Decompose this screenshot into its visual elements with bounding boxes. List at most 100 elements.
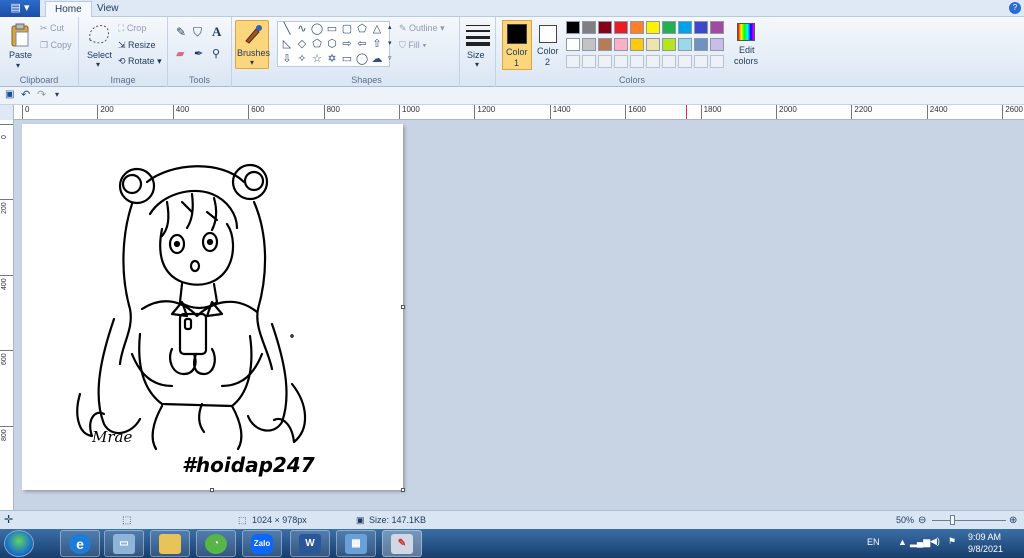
palette-color-swatch[interactable] [646, 38, 660, 51]
volume-icon[interactable]: ◀) [930, 536, 940, 547]
color-picker-icon[interactable]: ✒ [194, 47, 203, 60]
rounded-callout-shape-icon[interactable]: ▭ [340, 53, 354, 65]
custom-color-slot[interactable] [614, 55, 628, 68]
palette-color-swatch[interactable] [582, 38, 596, 51]
triangle-shape-icon[interactable]: △ [370, 23, 384, 35]
customize-qat-icon[interactable]: ▾ [55, 90, 59, 99]
rounded-rectangle-shape-icon[interactable]: ▢ [340, 23, 354, 35]
palette-color-swatch[interactable] [710, 38, 724, 51]
palette-color-swatch[interactable] [566, 21, 580, 34]
six-point-star-shape-icon[interactable]: ✡ [325, 53, 339, 65]
taskbar-computer[interactable]: ▭ [104, 530, 144, 557]
curve-shape-icon[interactable]: ∿ [295, 23, 309, 35]
crop-button[interactable]: ⛶ Crop [118, 23, 146, 34]
brushes-button[interactable]: Brushes ▾ [235, 20, 270, 69]
network-icon[interactable]: ▂▄▆ [910, 537, 930, 548]
line-shape-icon[interactable]: ╲ [280, 23, 294, 35]
palette-color-swatch[interactable] [598, 21, 612, 34]
taskbar-photo-viewer[interactable]: ▦ [336, 530, 376, 557]
resize-handle-right[interactable] [401, 305, 405, 309]
custom-color-slot[interactable] [662, 55, 676, 68]
redo-icon[interactable]: ↷ [37, 88, 46, 101]
resize-handle-bottom[interactable] [210, 488, 214, 492]
save-icon[interactable]: ▣ [5, 89, 14, 100]
start-button[interactable] [4, 530, 34, 557]
zoom-in-icon[interactable]: ⊕ [1009, 515, 1017, 526]
cloud-callout-shape-icon[interactable]: ☁ [370, 53, 384, 65]
palette-color-swatch[interactable] [678, 21, 692, 34]
palette-color-swatch[interactable] [630, 38, 644, 51]
select-icon[interactable] [86, 21, 112, 47]
tab-home[interactable]: Home [45, 1, 92, 17]
shapes-more-icon[interactable]: ▿ [388, 54, 392, 62]
edit-colors-button[interactable]: Edit colors [732, 20, 762, 70]
palette-color-swatch[interactable] [646, 21, 660, 34]
paste-dropdown-icon[interactable]: ▾ [16, 61, 20, 70]
custom-color-slot[interactable] [598, 55, 612, 68]
fill-button[interactable]: ⛉ Fill ▾ [399, 40, 427, 51]
outline-button[interactable]: ✎ Outline ▾ [399, 23, 445, 34]
text-tool-icon[interactable]: A [212, 24, 221, 40]
palette-color-swatch[interactable] [662, 38, 676, 51]
oval-shape-icon[interactable]: ◯ [310, 23, 324, 35]
drawing-canvas[interactable]: Mrae #hoidap247 [22, 124, 405, 492]
clock-time[interactable]: 9:09 AM [968, 532, 1001, 542]
palette-color-swatch[interactable] [614, 38, 628, 51]
palette-color-swatch[interactable] [630, 21, 644, 34]
oval-callout-shape-icon[interactable]: ◯ [355, 53, 369, 65]
resize-handle-corner[interactable] [401, 488, 405, 492]
shapes-scroll-up-icon[interactable]: ▴ [388, 23, 392, 31]
eraser-icon[interactable]: ▰ [176, 47, 184, 60]
right-arrow-shape-icon[interactable]: ⇨ [340, 38, 354, 50]
palette-color-swatch[interactable] [710, 21, 724, 34]
taskbar-internet-explorer[interactable]: e [60, 530, 100, 557]
cut-button[interactable]: ✂ Cut [40, 23, 64, 34]
pentagon-shape-icon[interactable]: ⬠ [310, 38, 324, 50]
file-menu-button[interactable]: ▤ ▾ [0, 0, 40, 17]
copy-button[interactable]: ❐ Copy [40, 40, 72, 51]
five-point-star-shape-icon[interactable]: ☆ [310, 53, 324, 65]
hexagon-shape-icon[interactable]: ⬡ [325, 38, 339, 50]
shapes-scroll-down-icon[interactable]: ▾ [388, 39, 392, 47]
palette-color-swatch[interactable] [582, 21, 596, 34]
palette-color-swatch[interactable] [614, 21, 628, 34]
palette-color-swatch[interactable] [694, 21, 708, 34]
tab-view[interactable]: View [88, 1, 128, 17]
action-center-icon[interactable]: ⚑ [948, 536, 956, 547]
up-arrow-shape-icon[interactable]: ⇧ [370, 38, 384, 50]
custom-color-slot[interactable] [678, 55, 692, 68]
rotate-button[interactable]: ⟲ Rotate ▾ [118, 56, 162, 67]
zoom-out-icon[interactable]: ⊖ [918, 515, 926, 526]
select-dropdown-icon[interactable]: ▾ [96, 60, 100, 69]
left-arrow-shape-icon[interactable]: ⇦ [355, 38, 369, 50]
palette-color-swatch[interactable] [678, 38, 692, 51]
color2-button[interactable]: Color 2 [534, 20, 564, 70]
taskbar-zalo[interactable]: Zalo [242, 530, 282, 557]
taskbar-word[interactable]: W [290, 530, 330, 557]
diamond-shape-icon[interactable]: ◇ [295, 38, 309, 50]
fill-bucket-icon[interactable]: ⛉ [193, 25, 202, 40]
custom-color-slot[interactable] [646, 55, 660, 68]
language-indicator[interactable]: EN [867, 537, 880, 547]
palette-color-swatch[interactable] [598, 38, 612, 51]
custom-color-slot[interactable] [582, 55, 596, 68]
resize-button[interactable]: ⇲ Resize [118, 40, 156, 51]
pencil-icon[interactable]: ✎ [176, 25, 186, 39]
show-hidden-icons-icon[interactable]: ▲ [898, 537, 907, 547]
clock-date[interactable]: 9/8/2021 [968, 544, 1003, 554]
help-icon[interactable]: ? [1009, 2, 1021, 14]
taskbar-paint[interactable]: ✎ [382, 530, 422, 557]
down-arrow-shape-icon[interactable]: ⇩ [280, 53, 294, 65]
zoom-slider-thumb[interactable] [950, 515, 955, 525]
size-button[interactable]: Size [465, 21, 491, 61]
right-triangle-shape-icon[interactable]: ◺ [280, 38, 294, 50]
palette-color-swatch[interactable] [566, 38, 580, 51]
paste-icon[interactable] [8, 21, 32, 49]
taskbar-coccoc[interactable]: ◔ [196, 530, 236, 557]
select-button[interactable]: Select [87, 50, 112, 60]
color1-button[interactable]: Color 1 [502, 20, 532, 70]
palette-color-swatch[interactable] [662, 21, 676, 34]
palette-color-swatch[interactable] [694, 38, 708, 51]
custom-color-slot[interactable] [694, 55, 708, 68]
taskbar-explorer[interactable] [150, 530, 190, 557]
